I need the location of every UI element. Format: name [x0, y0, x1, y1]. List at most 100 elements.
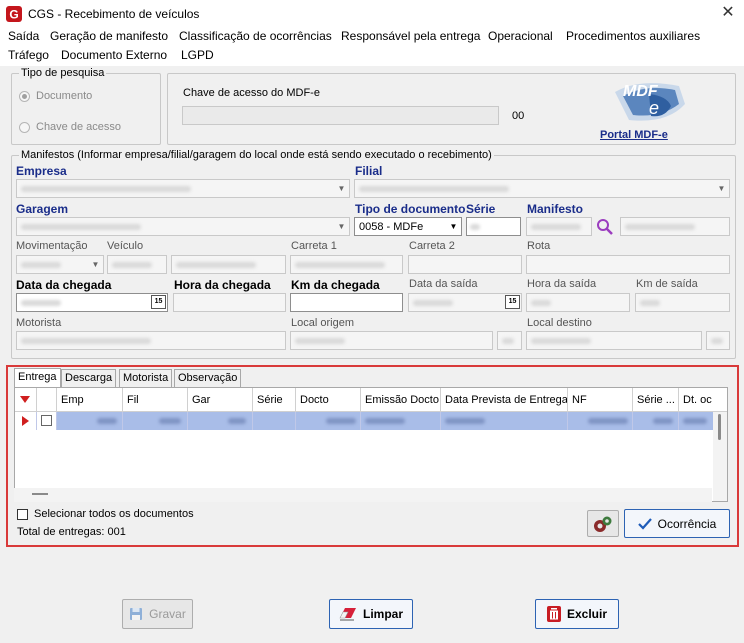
- trash-icon: [546, 606, 561, 622]
- carreta1-input[interactable]: [290, 255, 403, 274]
- tools-button[interactable]: [587, 510, 619, 537]
- limpar-button[interactable]: Limpar: [329, 599, 413, 629]
- grid-col-dt-oc[interactable]: Dt. oc: [679, 388, 713, 412]
- gravar-button[interactable]: Gravar: [122, 599, 193, 629]
- filial-select[interactable]: ▼: [354, 179, 730, 198]
- mdfe-key-input[interactable]: [182, 106, 499, 125]
- row-checkbox-cell: [37, 412, 57, 430]
- close-icon[interactable]: ✕: [716, 2, 740, 24]
- h-scrollbar-thumb[interactable]: [32, 493, 48, 495]
- radio-documento-label: Documento: [36, 90, 93, 102]
- excluir-button[interactable]: Excluir: [535, 599, 619, 629]
- radio-documento[interactable]: [19, 91, 30, 102]
- grid-col-gar[interactable]: Gar: [188, 388, 253, 412]
- veiculo-description: [171, 255, 286, 274]
- filial-label: Filial: [355, 164, 383, 178]
- row-indicator: [15, 412, 37, 430]
- excluir-label: Excluir: [566, 607, 608, 621]
- tab-motorista[interactable]: Motorista: [119, 369, 173, 387]
- chevron-down-icon: ▼: [717, 184, 726, 193]
- window-title: CGS - Recebimento de veículos: [28, 7, 200, 21]
- local-destino-input[interactable]: [526, 331, 702, 350]
- horizontal-scrollbar[interactable]: [14, 488, 712, 502]
- veiculo-input[interactable]: [107, 255, 167, 274]
- menu-geracao-manifesto[interactable]: Geração de manifesto: [50, 29, 168, 43]
- ocorrencia-button[interactable]: Ocorrência: [624, 509, 730, 538]
- manifesto-description: [620, 217, 730, 236]
- tipo-documento-label: Tipo de documento: [355, 202, 466, 216]
- km-saida-input[interactable]: [635, 293, 730, 312]
- table-row[interactable]: [15, 412, 713, 430]
- grid-col-serie[interactable]: Série: [253, 388, 296, 412]
- grid-col-fil[interactable]: Fil: [123, 388, 188, 412]
- tipo-documento-select[interactable]: 0058 - MDFe ▼: [354, 217, 462, 236]
- grid-col-emissao[interactable]: Emissão Docto: [361, 388, 441, 412]
- chevron-down-icon: ▼: [337, 222, 346, 231]
- garagem-select[interactable]: ▼: [16, 217, 350, 236]
- menu-documento-externo[interactable]: Documento Externo: [61, 48, 167, 62]
- menu-saida[interactable]: Saída: [8, 29, 39, 43]
- select-all-checkbox[interactable]: [17, 509, 28, 520]
- search-icon[interactable]: [596, 218, 614, 236]
- empresa-label: Empresa: [16, 164, 67, 178]
- row-checkbox[interactable]: [41, 415, 52, 426]
- title-bar: G CGS - Recebimento de veículos ✕: [0, 0, 744, 28]
- carreta2-input[interactable]: [408, 255, 522, 274]
- grid-col-data-prevista[interactable]: Data Prevista de Entrega: [441, 388, 568, 412]
- gravar-label: Gravar: [149, 607, 186, 621]
- tab-descarga[interactable]: Descarga: [61, 369, 117, 387]
- app-logo-icon: G: [6, 6, 22, 22]
- radio-chave-acesso[interactable]: [19, 122, 30, 133]
- local-origem-input[interactable]: [290, 331, 493, 350]
- grid-cell: [296, 412, 361, 430]
- limpar-label: Limpar: [362, 607, 403, 621]
- scrollbar-thumb[interactable]: [718, 414, 721, 440]
- serie-input[interactable]: [466, 217, 521, 236]
- hora-chegada-input[interactable]: [173, 293, 286, 312]
- calendar-icon[interactable]: 15: [505, 295, 520, 309]
- calendar-icon[interactable]: 15: [151, 295, 166, 309]
- menu-procedimentos-auxiliares[interactable]: Procedimentos auxiliares: [566, 29, 700, 43]
- eraser-icon: [339, 608, 356, 621]
- grid-col-nf[interactable]: NF: [568, 388, 633, 412]
- data-chegada-input[interactable]: 15: [16, 293, 168, 312]
- tab-observacao[interactable]: Observação: [174, 369, 242, 387]
- grid-col-serie-nf[interactable]: Série ...: [633, 388, 679, 412]
- grid-col-emp[interactable]: Emp: [57, 388, 123, 412]
- save-icon: [130, 608, 143, 620]
- menu-operacional[interactable]: Operacional: [488, 29, 553, 43]
- rota-input[interactable]: [526, 255, 730, 274]
- menu-trafego[interactable]: Tráfego: [8, 48, 49, 62]
- grid-cell: [57, 412, 123, 430]
- movimentacao-select[interactable]: ▼: [16, 255, 104, 274]
- search-type-legend: Tipo de pesquisa: [19, 67, 107, 79]
- tab-entrega[interactable]: Entrega: [14, 368, 61, 388]
- grid-header: Emp Fil Gar Série Docto Emissão Docto Da…: [15, 388, 727, 412]
- empresa-select[interactable]: ▼: [16, 179, 350, 198]
- menu-classificacao-ocorrencias[interactable]: Classificação de ocorrências: [179, 29, 332, 43]
- menu-bar: Saída Geração de manifesto Classificação…: [0, 28, 744, 66]
- km-chegada-input[interactable]: [290, 293, 403, 312]
- km-saida-label: Km de saída: [636, 278, 698, 290]
- svg-text:G: G: [9, 8, 18, 22]
- motorista-input[interactable]: [16, 331, 286, 350]
- veiculo-label: Veículo: [107, 240, 144, 252]
- grid-cell: [361, 412, 441, 430]
- menu-lgpd[interactable]: LGPD: [181, 48, 214, 62]
- local-origem-label: Local origem: [291, 317, 354, 329]
- grid-cell: [441, 412, 568, 430]
- menu-responsavel-entrega[interactable]: Responsável pela entrega: [341, 29, 480, 43]
- portal-mdfe-link[interactable]: Portal MDF-e: [600, 129, 668, 141]
- vertical-scrollbar[interactable]: [713, 412, 727, 501]
- grid-col-check: [37, 388, 57, 412]
- serie-label: Série: [466, 202, 496, 216]
- gears-icon: [594, 516, 612, 532]
- carreta1-label: Carreta 1: [291, 240, 337, 252]
- local-origem-uf: [497, 331, 522, 350]
- sort-indicator-icon[interactable]: [15, 388, 37, 412]
- entregas-grid[interactable]: Emp Fil Gar Série Docto Emissão Docto Da…: [14, 387, 728, 502]
- hora-saida-input[interactable]: [526, 293, 630, 312]
- manifesto-input[interactable]: [526, 217, 592, 236]
- data-saida-input[interactable]: 15: [408, 293, 522, 312]
- grid-col-docto[interactable]: Docto: [296, 388, 361, 412]
